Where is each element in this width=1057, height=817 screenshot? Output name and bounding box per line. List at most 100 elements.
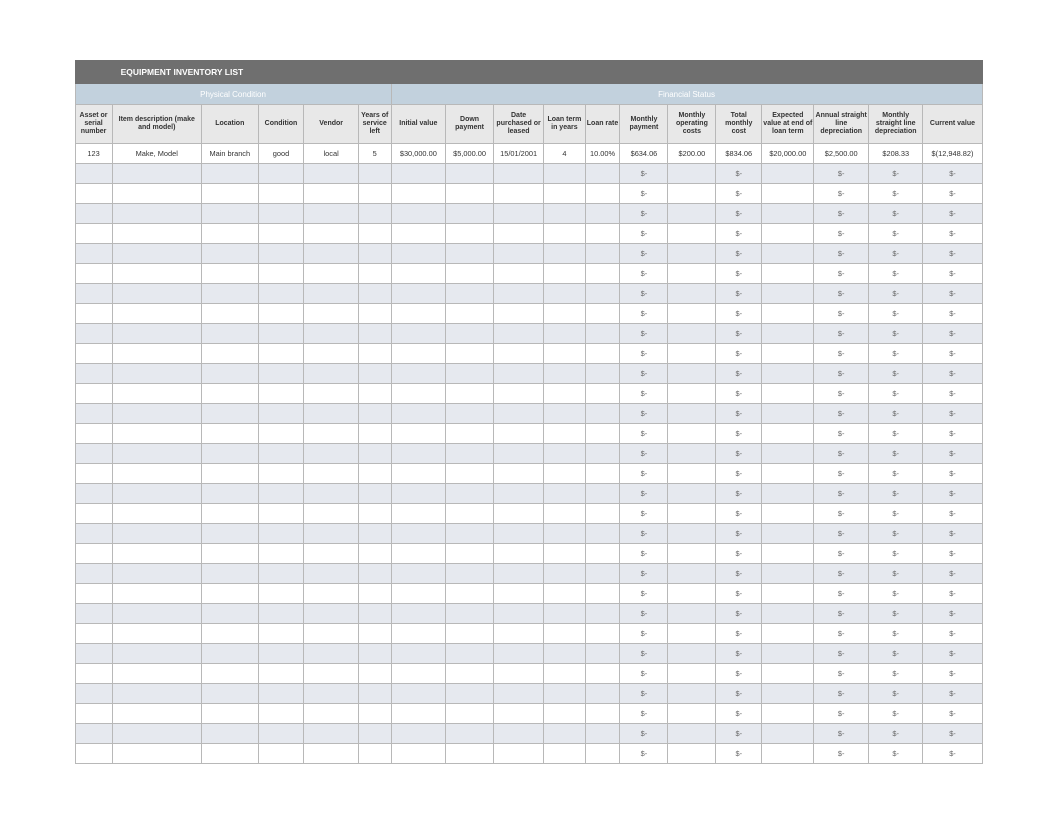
cell[interactable]: $- [923,224,982,244]
cell[interactable] [201,424,258,444]
cell[interactable] [304,724,359,744]
cell[interactable]: $- [814,304,869,324]
cell[interactable] [75,424,112,444]
cell[interactable] [494,664,544,684]
cell[interactable] [544,224,585,244]
cell[interactable]: $- [923,624,982,644]
cell[interactable]: $- [923,324,982,344]
cell[interactable] [201,584,258,604]
cell[interactable] [446,624,494,644]
cell[interactable] [112,504,201,524]
cell[interactable] [201,324,258,344]
cell[interactable]: $- [716,284,762,304]
cell[interactable]: $- [620,364,668,384]
cell[interactable] [494,504,544,524]
cell[interactable] [668,664,716,684]
cell[interactable] [304,384,359,404]
cell[interactable]: $- [716,584,762,604]
cell[interactable] [762,444,814,464]
cell[interactable] [112,244,201,264]
cell[interactable] [201,204,258,224]
cell[interactable] [762,504,814,524]
cell[interactable] [494,364,544,384]
cell[interactable]: $- [868,524,923,544]
cell[interactable]: $5,000.00 [446,144,494,164]
cell[interactable] [668,324,716,344]
cell[interactable]: $- [868,564,923,584]
cell[interactable] [304,204,359,224]
cell[interactable]: $- [716,644,762,664]
cell[interactable] [585,204,620,224]
cell[interactable]: $- [716,304,762,324]
cell[interactable] [75,644,112,664]
cell[interactable] [391,224,446,244]
cell[interactable] [544,644,585,664]
cell[interactable] [762,684,814,704]
cell[interactable] [585,604,620,624]
cell[interactable] [75,664,112,684]
cell[interactable] [391,704,446,724]
cell[interactable] [446,544,494,564]
cell[interactable]: 15/01/2001 [494,144,544,164]
cell[interactable] [391,164,446,184]
cell[interactable] [544,604,585,624]
cell[interactable] [585,644,620,664]
cell[interactable]: $- [868,684,923,704]
cell[interactable]: $- [814,664,869,684]
cell[interactable] [762,344,814,364]
cell[interactable]: $- [814,724,869,744]
cell[interactable] [446,664,494,684]
cell[interactable]: $2,500.00 [814,144,869,164]
cell[interactable] [258,684,304,704]
cell[interactable] [391,424,446,444]
cell[interactable] [75,304,112,324]
cell[interactable] [494,184,544,204]
cell[interactable] [446,584,494,604]
cell[interactable] [391,484,446,504]
cell[interactable]: $- [814,204,869,224]
cell[interactable] [668,744,716,764]
cell[interactable]: $208.33 [868,144,923,164]
cell[interactable] [258,724,304,744]
cell[interactable] [668,484,716,504]
cell[interactable] [544,504,585,524]
cell[interactable] [112,544,201,564]
cell[interactable]: $- [814,284,869,304]
cell[interactable] [762,544,814,564]
cell[interactable] [585,304,620,324]
cell[interactable] [304,224,359,244]
cell[interactable]: $30,000.00 [391,144,446,164]
cell[interactable] [391,684,446,704]
cell[interactable] [391,284,446,304]
cell[interactable] [494,584,544,604]
cell[interactable] [446,304,494,324]
cell[interactable] [75,384,112,404]
cell[interactable] [358,264,391,284]
cell[interactable] [358,284,391,304]
cell[interactable]: $- [923,744,982,764]
cell[interactable] [201,544,258,564]
cell[interactable] [494,264,544,284]
cell[interactable] [75,564,112,584]
cell[interactable] [75,404,112,424]
cell[interactable] [258,284,304,304]
cell[interactable] [494,744,544,764]
cell[interactable] [75,264,112,284]
cell[interactable] [391,664,446,684]
cell[interactable]: $- [620,384,668,404]
cell[interactable] [112,684,201,704]
cell[interactable] [446,484,494,504]
cell[interactable]: $- [620,684,668,704]
cell[interactable] [585,364,620,384]
cell[interactable]: $- [814,524,869,544]
cell[interactable]: $- [716,664,762,684]
cell[interactable] [391,464,446,484]
cell[interactable] [668,564,716,584]
cell[interactable] [446,164,494,184]
cell[interactable] [391,724,446,744]
cell[interactable] [391,384,446,404]
cell[interactable] [75,624,112,644]
cell[interactable] [112,464,201,484]
cell[interactable] [446,464,494,484]
cell[interactable]: $- [620,484,668,504]
